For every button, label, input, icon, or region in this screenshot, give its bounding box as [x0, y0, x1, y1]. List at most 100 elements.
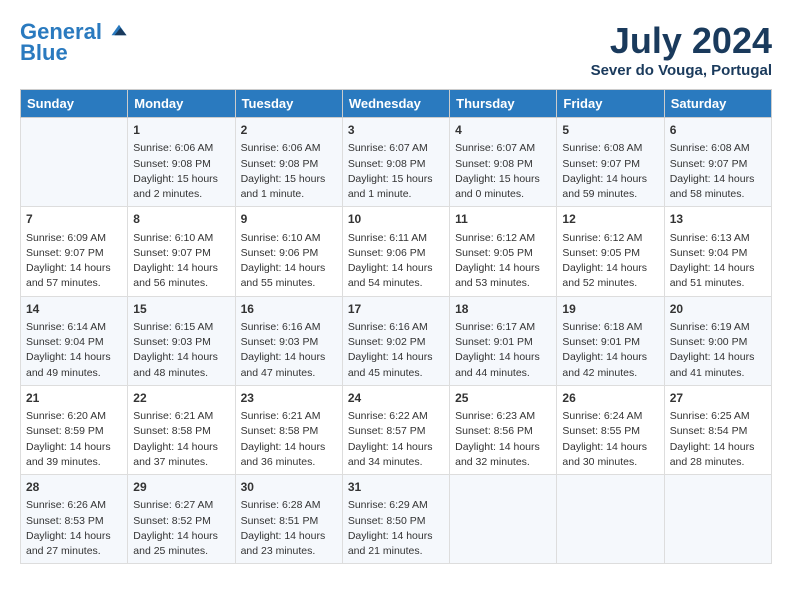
day-number: 18 — [455, 301, 551, 318]
day-info-line: Sunset: 9:03 PM — [241, 335, 337, 350]
day-info-line: Daylight: 14 hours — [348, 529, 444, 544]
day-info-line: Sunset: 9:04 PM — [26, 335, 122, 350]
day-info-line: Daylight: 15 hours — [455, 172, 551, 187]
location: Sever do Vouga, Portugal — [591, 62, 772, 79]
day-number: 22 — [133, 390, 229, 407]
day-info-line: Sunrise: 6:16 AM — [348, 320, 444, 335]
day-info-line: Sunset: 8:53 PM — [26, 514, 122, 529]
day-number: 29 — [133, 479, 229, 496]
weekday-header-tuesday: Tuesday — [235, 90, 342, 118]
day-info-line: and 28 minutes. — [670, 455, 766, 470]
calendar-cell: 24Sunrise: 6:22 AMSunset: 8:57 PMDayligh… — [342, 385, 449, 474]
calendar-cell: 16 Sunrise: 6:16 AMSunset: 9:03 PMDayligh… — [235, 296, 342, 385]
day-info-line: and 2 minutes. — [133, 187, 229, 202]
day-info-line: Daylight: 14 hours — [26, 440, 122, 455]
calendar-cell: 26Sunrise: 6:24 AMSunset: 8:55 PMDayligh… — [557, 385, 664, 474]
weekday-header-wednesday: Wednesday — [342, 90, 449, 118]
day-info-line: Sunset: 9:08 PM — [455, 157, 551, 172]
day-info-line: Daylight: 14 hours — [562, 440, 658, 455]
week-row-4: 21Sunrise: 6:20 AMSunset: 8:59 PMDayligh… — [21, 385, 772, 474]
day-info-line: Sunset: 8:51 PM — [241, 514, 337, 529]
calendar-cell: 19Sunrise: 6:18 AMSunset: 9:01 PMDayligh… — [557, 296, 664, 385]
day-info-line: Sunset: 9:05 PM — [562, 246, 658, 261]
day-number: 16 — [241, 301, 337, 318]
calendar-cell: 10Sunrise: 6:11 AMSunset: 9:06 PMDayligh… — [342, 207, 449, 296]
day-info-line: Daylight: 14 hours — [133, 529, 229, 544]
day-info-line: Daylight: 14 hours — [241, 529, 337, 544]
day-info-line: Sunset: 9:08 PM — [133, 157, 229, 172]
day-info-line: and 44 minutes. — [455, 366, 551, 381]
day-info-line: and 58 minutes. — [670, 187, 766, 202]
day-info-line: Daylight: 14 hours — [26, 261, 122, 276]
week-row-3: 14Sunrise: 6:14 AMSunset: 9:04 PMDayligh… — [21, 296, 772, 385]
calendar-cell: 23Sunrise: 6:21 AMSunset: 8:58 PMDayligh… — [235, 385, 342, 474]
day-info-line: and 39 minutes. — [26, 455, 122, 470]
day-info-line: and 1 minute. — [348, 187, 444, 202]
day-info-line: Daylight: 14 hours — [26, 350, 122, 365]
calendar-cell: 1Sunrise: 6:06 AMSunset: 9:08 PMDaylight… — [128, 118, 235, 207]
calendar-cell: 5Sunrise: 6:08 AMSunset: 9:07 PMDaylight… — [557, 118, 664, 207]
day-info-line: Daylight: 14 hours — [670, 350, 766, 365]
day-number: 13 — [670, 211, 766, 228]
calendar-cell: 31Sunrise: 6:29 AMSunset: 8:50 PMDayligh… — [342, 475, 449, 564]
day-info-line: Sunrise: 6:11 AM — [348, 231, 444, 246]
month-title: July 2024 — [591, 20, 772, 62]
day-info-line: and 37 minutes. — [133, 455, 229, 470]
calendar-cell: 30 Sunrise: 6:28 AMSunset: 8:51 PMDayligh… — [235, 475, 342, 564]
calendar-cell: 20Sunrise: 6:19 AMSunset: 9:00 PMDayligh… — [664, 296, 771, 385]
day-number: 7 — [26, 211, 122, 228]
day-info-line: Sunset: 8:58 PM — [241, 424, 337, 439]
day-number: 6 — [670, 122, 766, 139]
day-info-line: and 47 minutes. — [241, 366, 337, 381]
day-info-line: Sunset: 9:03 PM — [133, 335, 229, 350]
day-info-line: Sunset: 9:06 PM — [241, 246, 337, 261]
day-info-line: Daylight: 15 hours — [241, 172, 337, 187]
day-info-line: Daylight: 14 hours — [562, 261, 658, 276]
day-info-line: and 57 minutes. — [26, 276, 122, 291]
day-info-line: Sunrise: 6:06 AM — [133, 141, 229, 156]
day-info-line: Sunrise: 6:16 AM — [241, 320, 337, 335]
day-info-line: Daylight: 14 hours — [241, 440, 337, 455]
day-info-line: and 42 minutes. — [562, 366, 658, 381]
day-info-line: and 59 minutes. — [562, 187, 658, 202]
day-info-line: Sunrise: 6:10 AM — [241, 231, 337, 246]
day-info-line: Sunset: 9:08 PM — [348, 157, 444, 172]
calendar-cell: 15Sunrise: 6:15 AMSunset: 9:03 PMDayligh… — [128, 296, 235, 385]
calendar-cell: 12Sunrise: 6:12 AMSunset: 9:05 PMDayligh… — [557, 207, 664, 296]
day-number: 30 — [241, 479, 337, 496]
day-info-line: Sunrise: 6:18 AM — [562, 320, 658, 335]
day-info-line: Sunrise: 6:13 AM — [670, 231, 766, 246]
day-info-line: Sunrise: 6:09 AM — [26, 231, 122, 246]
calendar-cell: 6Sunrise: 6:08 AMSunset: 9:07 PMDaylight… — [664, 118, 771, 207]
day-number: 25 — [455, 390, 551, 407]
weekday-header-sunday: Sunday — [21, 90, 128, 118]
day-info-line: Daylight: 14 hours — [241, 350, 337, 365]
day-info-line: Sunset: 8:59 PM — [26, 424, 122, 439]
weekday-header-thursday: Thursday — [450, 90, 557, 118]
day-info-line: Sunrise: 6:14 AM — [26, 320, 122, 335]
day-info-line: Sunrise: 6:12 AM — [562, 231, 658, 246]
day-info-line: Sunrise: 6:28 AM — [241, 498, 337, 513]
logo-icon — [110, 21, 128, 39]
week-row-5: 28Sunrise: 6:26 AMSunset: 8:53 PMDayligh… — [21, 475, 772, 564]
day-number: 5 — [562, 122, 658, 139]
day-info-line: and 52 minutes. — [562, 276, 658, 291]
day-info-line: Sunset: 8:56 PM — [455, 424, 551, 439]
weekday-header-saturday: Saturday — [664, 90, 771, 118]
day-info-line: Sunrise: 6:08 AM — [562, 141, 658, 156]
day-number: 24 — [348, 390, 444, 407]
page-header: General Blue July 2024 Sever do Vouga, P… — [20, 20, 772, 79]
calendar-cell: 29Sunrise: 6:27 AMSunset: 8:52 PMDayligh… — [128, 475, 235, 564]
logo-blue: Blue — [20, 40, 68, 66]
day-info-line: Sunset: 8:50 PM — [348, 514, 444, 529]
day-number: 27 — [670, 390, 766, 407]
day-info-line: Daylight: 14 hours — [348, 261, 444, 276]
day-info-line: Sunset: 9:05 PM — [455, 246, 551, 261]
week-row-2: 7Sunrise: 6:09 AMSunset: 9:07 PMDaylight… — [21, 207, 772, 296]
day-info-line: Sunrise: 6:24 AM — [562, 409, 658, 424]
day-info-line: Sunrise: 6:27 AM — [133, 498, 229, 513]
day-info-line: Daylight: 14 hours — [562, 172, 658, 187]
day-info-line: and 41 minutes. — [670, 366, 766, 381]
day-info-line: Daylight: 14 hours — [133, 440, 229, 455]
day-info-line: Sunset: 8:58 PM — [133, 424, 229, 439]
